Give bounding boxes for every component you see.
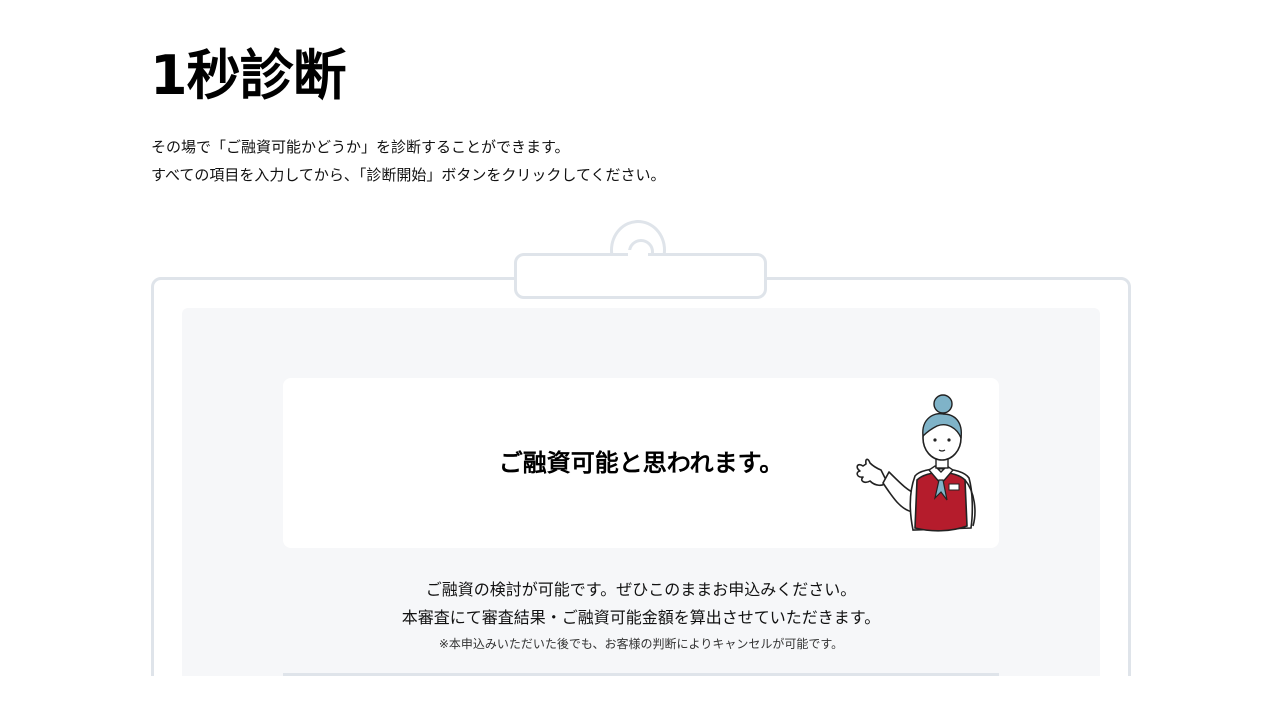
intro-line-2: すべての項目を入力してから、「診断開始」ボタンをクリックしてください。 [151,166,666,184]
diagnosis-page: 1秒診断 その場で「ご融資可能かどうか」を診断することができます。 すべての項目… [0,0,1280,720]
result-message-line-2: 本審査にて審査結果・ご融資可能金額を算出させていただきます。 [401,608,881,627]
page-title: 1秒診断 [150,44,347,107]
intro-line-1: その場で「ご融資可能かどうか」を診断することができます。 [151,138,570,156]
result-card: ご融資可能と思われます。 [283,378,999,548]
intro-text: その場で「ご融資可能かどうか」を診断することができます。 すべての項目を入力して… [151,133,666,189]
cancel-note: ※本申込みいただいた後でも、お客様の判断によりキャンセルが可能です。 [438,637,844,651]
staff-woman-icon [856,394,976,532]
result-message-line-1: ご融資の検討が可能です。ぜひこのままお申込みください。 [425,580,857,599]
result-message: ご融資の検討が可能です。ぜひこのままお申込みください。 本審査にて審査結果・ご融… [182,576,1100,632]
